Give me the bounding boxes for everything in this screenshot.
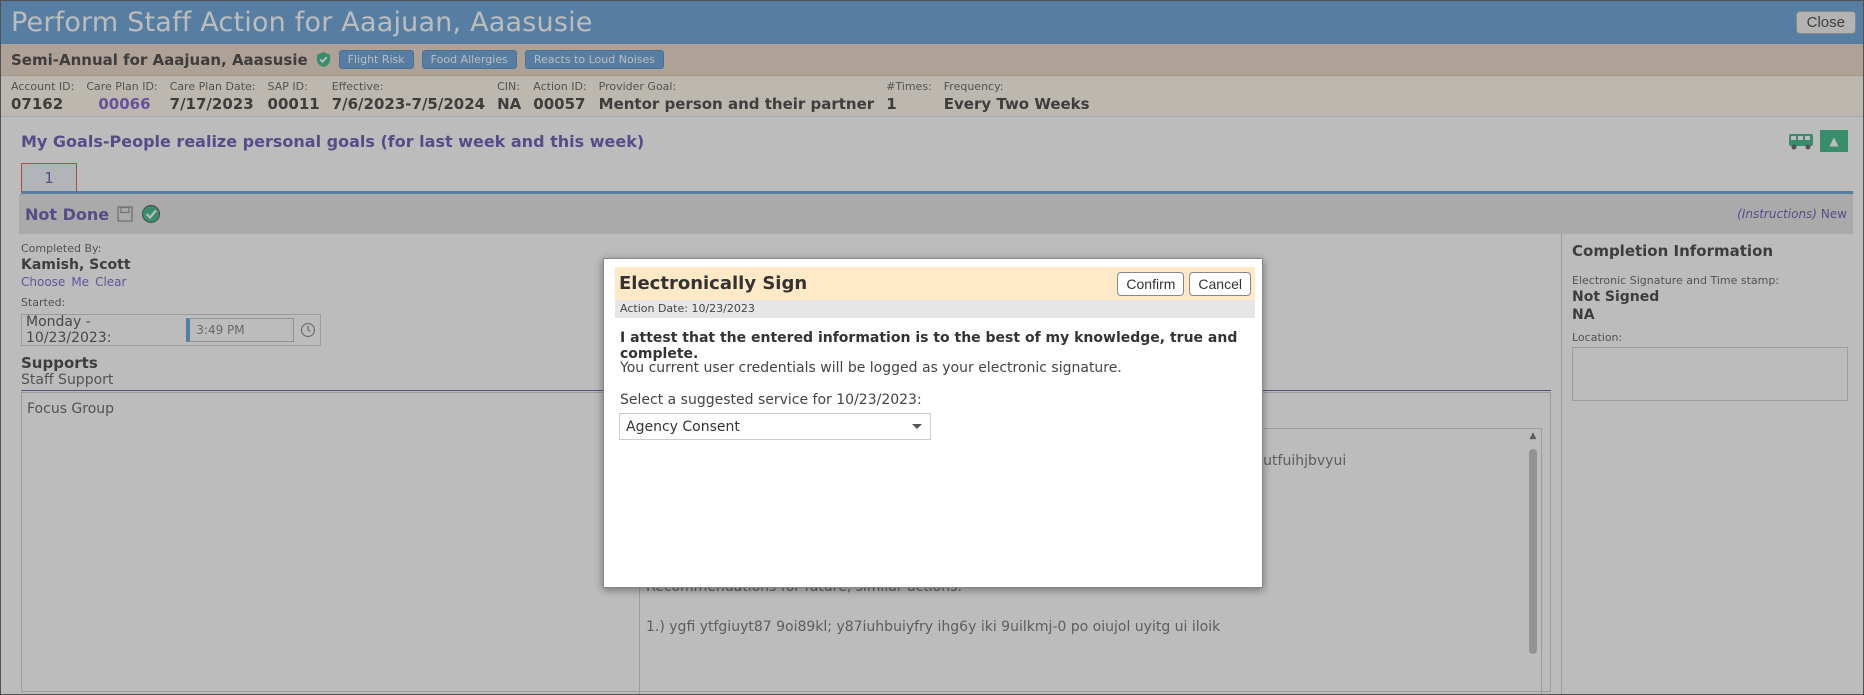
dialog-title: Electronically Sign [619,273,808,294]
service-label: Select a suggested service for 10/23/202… [620,392,922,408]
service-select[interactable]: Agency Consent [619,413,931,440]
credentials-text: You current user credentials will be log… [620,360,1122,376]
confirm-button[interactable]: Confirm [1117,271,1185,296]
service-selected-value: Agency Consent [626,418,740,435]
dialog-header: Electronically Sign Confirm Cancel [615,267,1255,300]
chevron-down-icon[interactable] [912,424,922,429]
attestation-text: I attest that the entered information is… [620,330,1238,362]
electronic-sign-dialog: Electronically Sign Confirm Cancel Actio… [603,258,1263,588]
action-date: Action Date: 10/23/2023 [615,300,1255,318]
cancel-button[interactable]: Cancel [1189,271,1251,296]
dialog-buttons: Confirm Cancel [1117,271,1251,296]
